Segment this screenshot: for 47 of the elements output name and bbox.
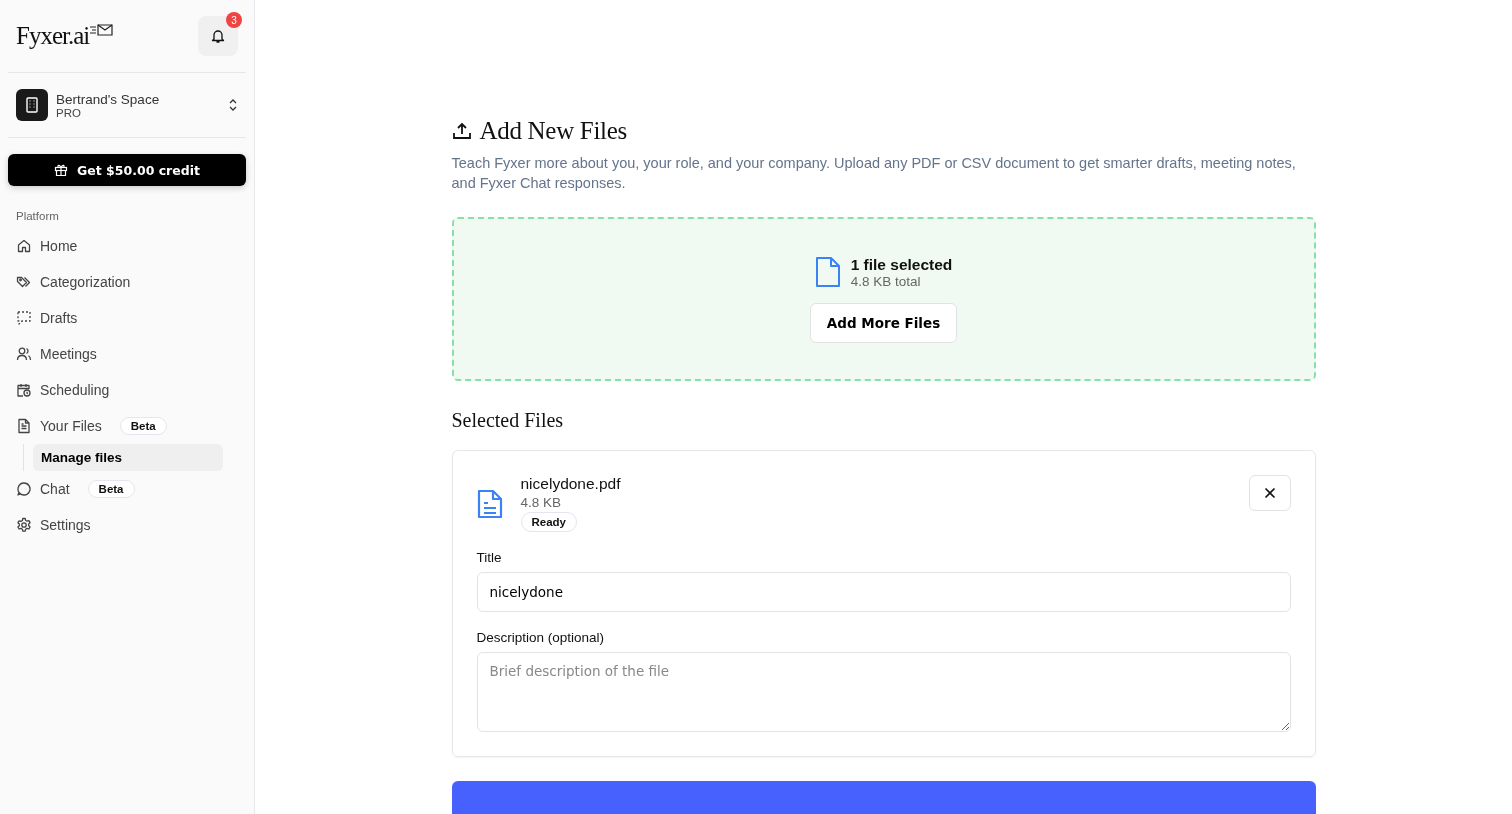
workspace-switcher[interactable]: Bertrand's Space PRO [8, 73, 246, 137]
settings-icon [16, 517, 32, 533]
tag-icon [16, 274, 32, 290]
selection-summary: 1 file selected [850, 255, 953, 274]
title-field[interactable]: nicelydone [476, 572, 1291, 612]
page-title: Add New Files [479, 117, 627, 145]
dashed-bubble-icon [16, 310, 32, 326]
gift-icon [54, 163, 69, 177]
file-size: 4.8 KB [520, 495, 562, 510]
nav-item[interactable]: Categorization [8, 264, 139, 300]
calendar-clock-icon [16, 382, 32, 398]
chevron-up-down-icon [228, 98, 238, 112]
file-name: nicelydone.pdf [520, 475, 621, 493]
upload-icon [451, 121, 472, 141]
field-label: Title [476, 550, 503, 565]
notification-count: 3 [226, 12, 242, 28]
nav-item[interactable]: Meetings [8, 336, 105, 372]
logo-text: Fyxer.ai [16, 22, 90, 50]
description-field[interactable]: Brief description of the file [476, 652, 1291, 732]
beta-badge: Beta [119, 417, 167, 435]
chat-icon [16, 481, 32, 497]
nav-item[interactable]: Home [8, 228, 86, 264]
people-icon [16, 346, 32, 362]
nav-subitem[interactable]: Manage files [33, 444, 223, 471]
envelope-icon [89, 24, 114, 38]
page-description: Teach Fyxer more about you, your role, and your company. Upload any PDF or CSV document to get smarter drafts, meeting notes, and Fyxer Chat responses. [451, 154, 1297, 193]
total-size: 4.8 KB total [850, 273, 922, 289]
nav-item[interactable]: Drafts [8, 300, 86, 336]
document-icon [16, 418, 32, 434]
nav-item[interactable]: Chat [8, 471, 78, 507]
nav-item[interactable]: Settings [8, 507, 99, 543]
home-icon [16, 238, 32, 254]
bell-icon [211, 28, 225, 44]
beta-badge: Beta [87, 480, 135, 498]
file-dropzone[interactable]: 1 file selected 4.8 KB total Add More Files [451, 217, 1316, 381]
credit-button[interactable]: Get $50.00 credit [8, 154, 246, 186]
close-button[interactable] [1248, 475, 1291, 511]
document-icon [476, 488, 503, 519]
section-title: Selected Files [451, 409, 565, 432]
add-more-files-button[interactable]: Add More Files [809, 302, 958, 343]
nav-item[interactable]: Scheduling [8, 372, 118, 408]
file-icon [814, 256, 841, 288]
field-label: Description (optional) [476, 630, 606, 645]
nav-item[interactable]: Your Files [8, 408, 110, 444]
close-icon [1263, 487, 1276, 499]
building-icon [16, 89, 48, 121]
section-heading: Platform [15, 209, 60, 224]
